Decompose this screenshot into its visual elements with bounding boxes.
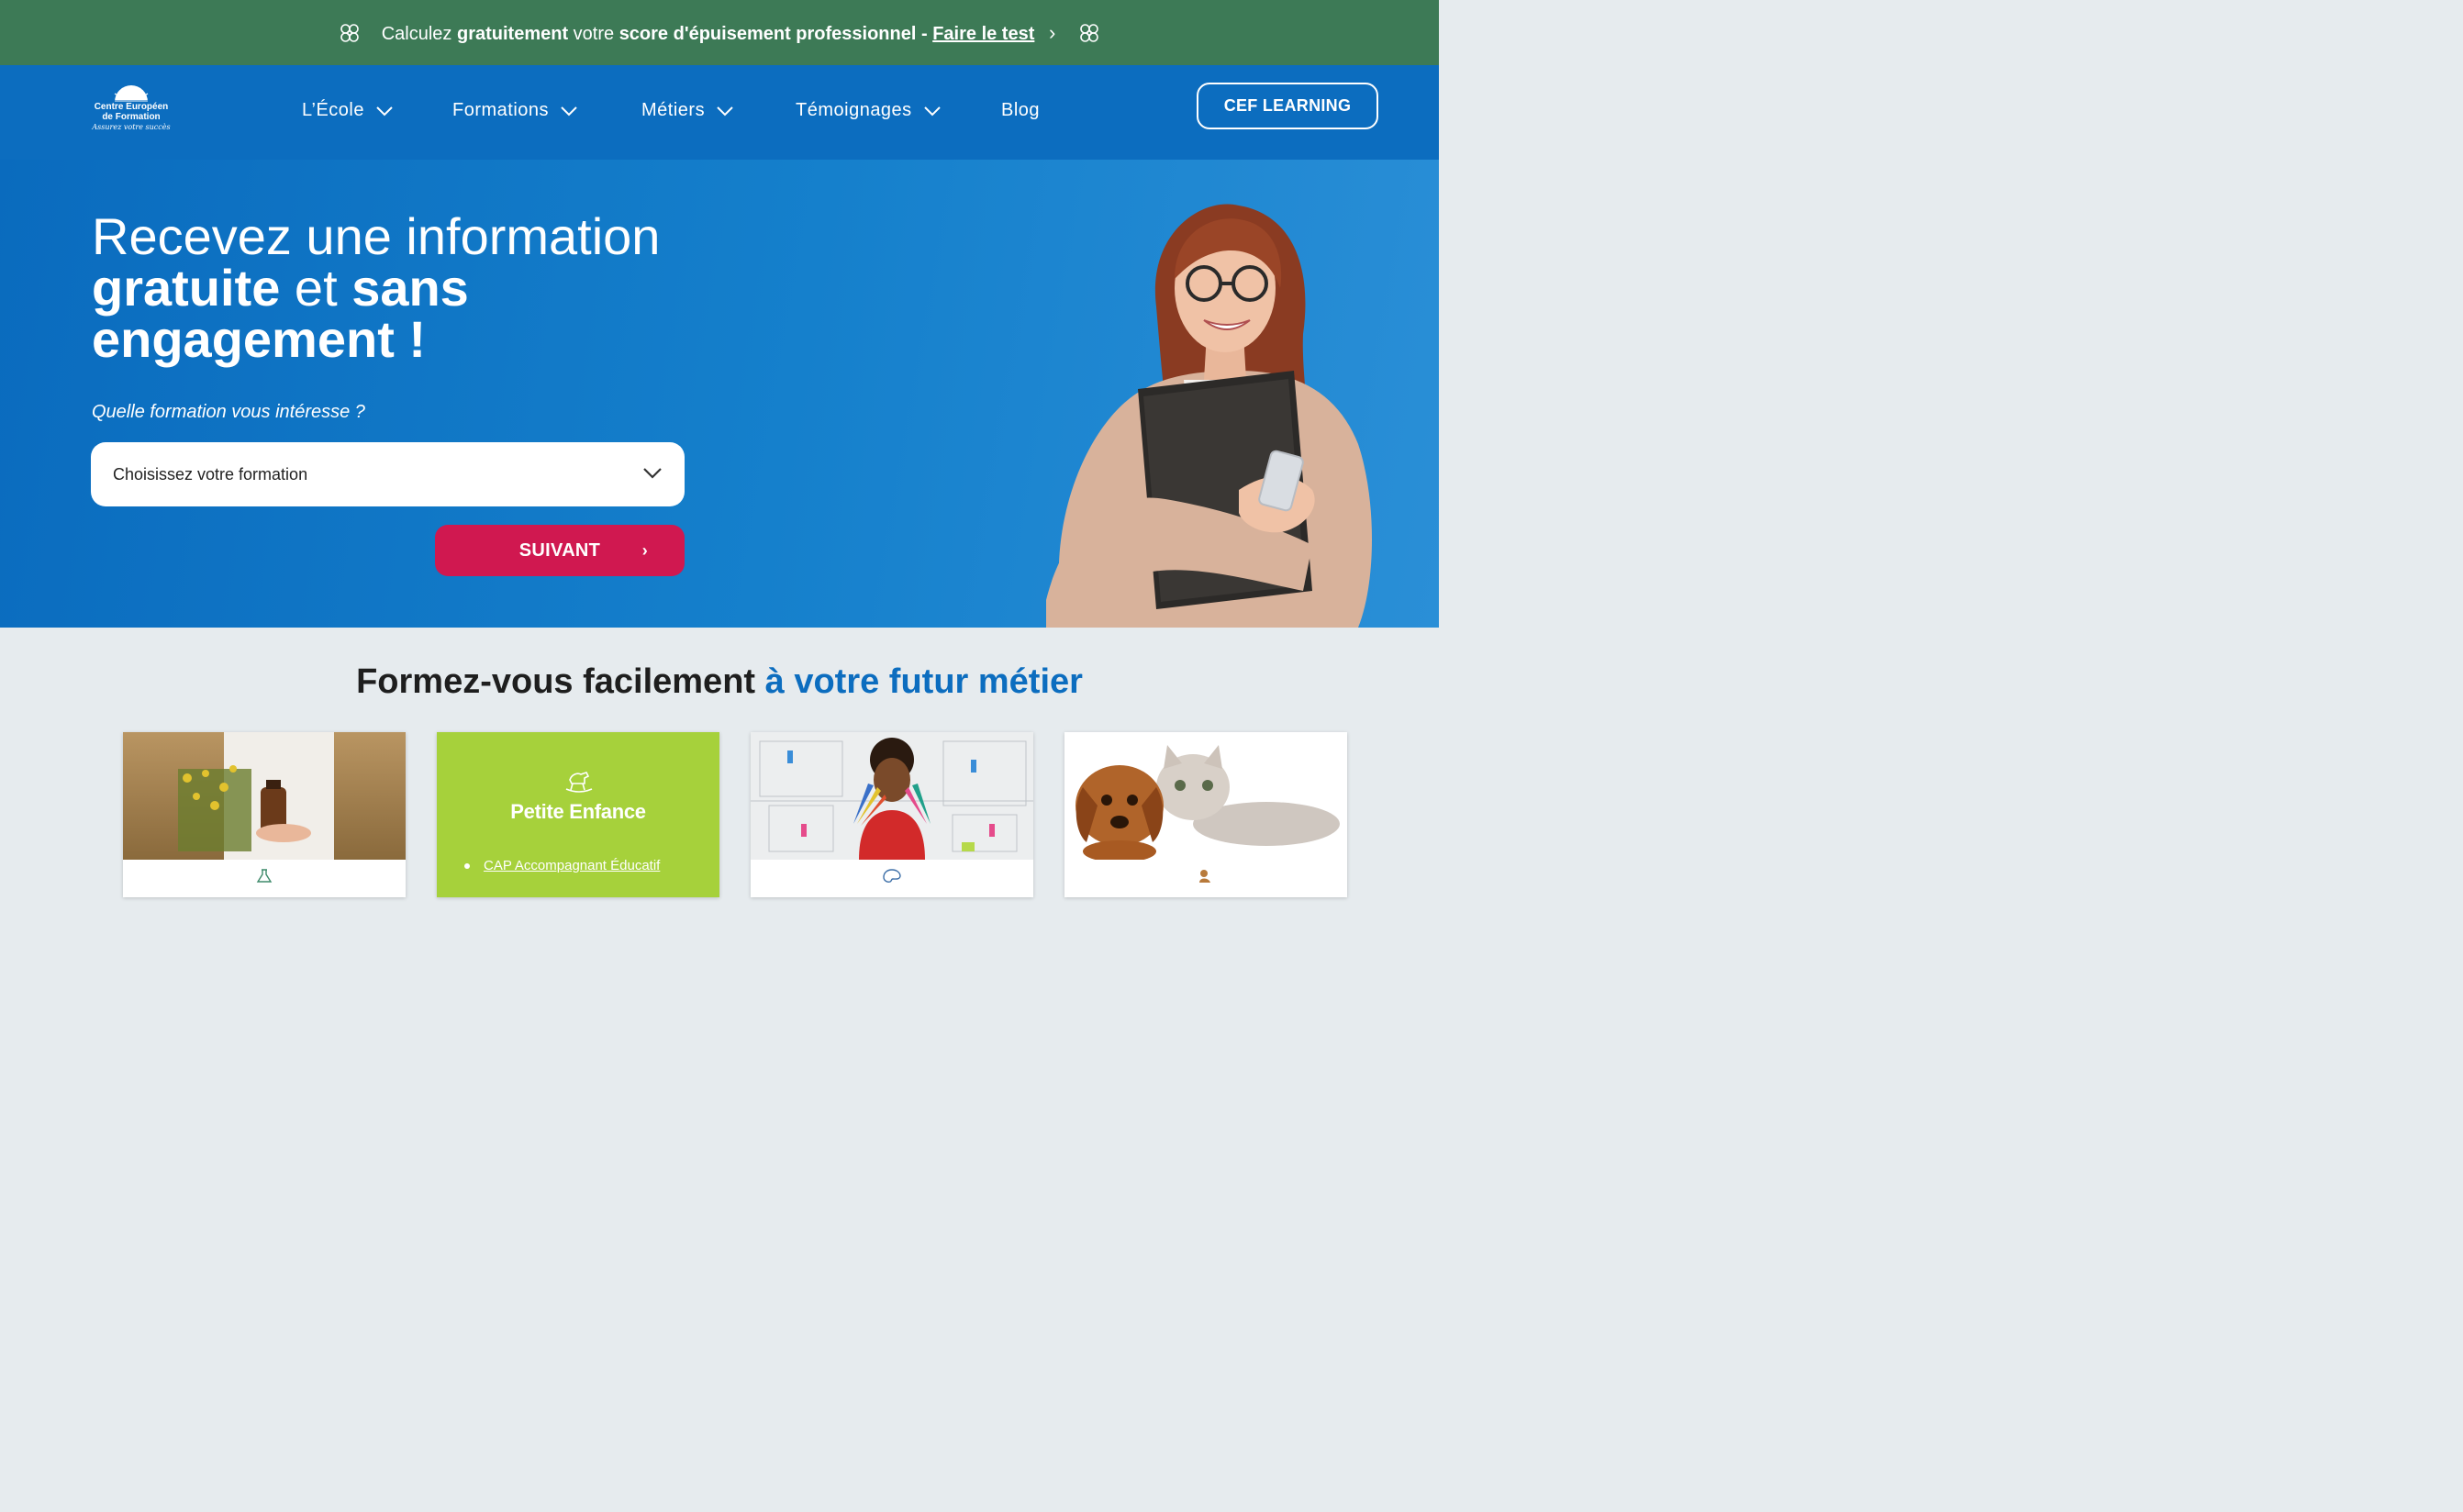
card-formation-link[interactable]: CAP Accompagnant Éducatif <box>464 858 660 873</box>
formation-select[interactable]: Choisissez votre formation <box>91 442 685 506</box>
next-button-label: SUIVANT <box>518 539 601 561</box>
section-title-main: Formez-vous facilement <box>356 662 765 701</box>
nav-item-metiers[interactable]: Métiers <box>641 100 734 121</box>
rocking-horse-icon <box>565 772 593 793</box>
promo-text: Calculez <box>381 23 457 44</box>
card-title: Petite Enfance <box>510 800 646 823</box>
chevron-down-icon <box>561 106 577 116</box>
nav-item-label: Témoignages <box>796 100 912 120</box>
section-title: Formez-vous facilement à votre futur mét… <box>0 662 1439 702</box>
flower-icon <box>1077 21 1101 45</box>
cef-learning-button[interactable]: CEF LEARNING <box>1197 83 1378 129</box>
section-title-accent: à votre futur métier <box>764 662 1083 701</box>
hero-title-bold: engagement ! <box>92 310 427 368</box>
formation-card-decoration[interactable] <box>751 732 1033 897</box>
flower-icon <box>338 21 362 45</box>
formation-select-value: Choisissez votre formation <box>113 464 308 484</box>
nav-item-label: Formations <box>452 100 550 120</box>
next-button[interactable]: SUIVANT › <box>435 525 685 576</box>
formation-card-herboristerie[interactable] <box>123 732 406 897</box>
chevron-down-icon <box>717 106 733 116</box>
chevron-right-icon: › <box>641 540 648 560</box>
formation-card-petite-enfance[interactable]: Petite Enfance CAP Accompagnant Éducatif <box>437 732 719 897</box>
promo-message: Calculez gratuitement votre score d'épui… <box>382 21 1056 45</box>
bullet-icon <box>464 862 470 869</box>
flask-icon <box>256 869 273 883</box>
promo-bold-text: score d'épuisement professionnel - <box>619 23 928 44</box>
promo-banner: Calculez gratuitement votre score d'épui… <box>0 0 1439 65</box>
palette-icon <box>883 869 901 883</box>
hero-title-text: et <box>280 259 352 317</box>
formation-card-animaux[interactable] <box>1064 732 1347 897</box>
nav-item-label: Blog <box>1001 100 1041 120</box>
card-formation-link-label: CAP Accompagnant Éducatif <box>484 858 661 873</box>
nav-item-ecole[interactable]: L’École <box>302 100 394 121</box>
promo-test-link[interactable]: Faire le test <box>932 24 1034 44</box>
pet-icon <box>1199 870 1210 883</box>
chevron-right-icon[interactable]: › <box>1049 21 1055 44</box>
nav-item-temoignages[interactable]: Témoignages <box>796 100 942 121</box>
chevron-down-icon <box>376 106 393 116</box>
logo-line-2: de Formation <box>102 112 161 122</box>
hero-title-bold: gratuite <box>92 259 281 317</box>
hero-woman-image <box>1046 204 1372 628</box>
chevron-down-icon <box>643 468 662 479</box>
nav-item-formations[interactable]: Formations <box>452 100 578 121</box>
promo-text: votre <box>568 23 619 44</box>
logo-line-1: Centre Européen <box>94 102 169 112</box>
card-image-designer <box>751 732 1033 860</box>
site-logo[interactable]: Centre Européen de Formation Assurez vot… <box>89 85 173 140</box>
card-image-herbs <box>123 732 406 860</box>
hero-title-line: Recevez une information <box>92 207 661 265</box>
nav-item-blog[interactable]: Blog <box>1001 100 1040 121</box>
chevron-down-icon <box>923 106 941 116</box>
hero-section: Recevez une information gratuite et sans… <box>0 160 1439 628</box>
formation-question: Quelle formation vous intéresse ? <box>92 402 365 422</box>
card-image-puppy-kitten <box>1064 732 1347 860</box>
promo-bold-text: gratuitement <box>456 23 569 44</box>
sunrise-logo-icon <box>111 85 151 102</box>
logo-tagline: Assurez votre succès <box>92 123 171 131</box>
hero-title: Recevez une information gratuite et sans… <box>92 211 734 365</box>
nav-item-label: Métiers <box>641 100 706 120</box>
site-header: Centre Européen de Formation Assurez vot… <box>0 65 1439 160</box>
nav-item-label: L’École <box>302 100 364 120</box>
hero-title-bold: sans <box>351 259 469 317</box>
